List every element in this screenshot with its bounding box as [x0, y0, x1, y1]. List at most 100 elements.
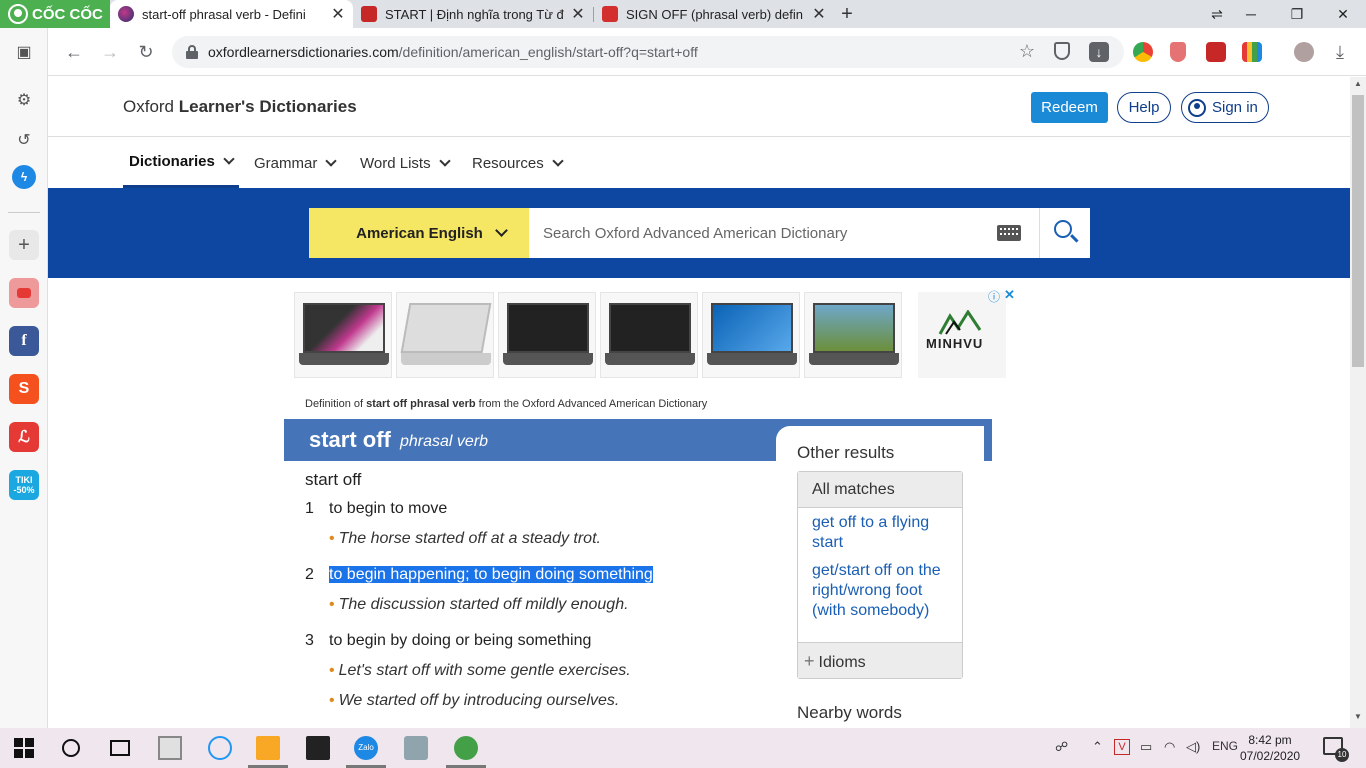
people-icon[interactable]: ☍ [1055, 739, 1068, 755]
clock-date: 07/02/2020 [1240, 749, 1301, 763]
bookmark-star-icon[interactable]: ☆ [1015, 39, 1039, 63]
tiki-icon[interactable]: TIKI -50% [9, 470, 39, 500]
new-tab-icon[interactable]: + [836, 2, 858, 26]
search-button[interactable] [1039, 208, 1090, 258]
notepad-app-icon[interactable] [306, 736, 330, 760]
scroll-up-icon[interactable]: ▲ [1350, 79, 1366, 93]
match-link[interactable]: get off to a flying start [798, 508, 962, 555]
nav-label: Resources [472, 154, 544, 172]
clock[interactable]: 8:42 pm 07/02/2020 [1240, 732, 1300, 764]
notification-center-icon[interactable]: 10 [1323, 737, 1349, 762]
coccoc-brand[interactable]: CỐC CỐC [0, 0, 110, 28]
facebook-icon[interactable]: f [9, 326, 39, 356]
close-tab-icon[interactable]: ✕ [329, 4, 347, 24]
nav-resources[interactable]: Resources [472, 138, 564, 188]
sidebar-divider [8, 212, 40, 213]
reload-icon[interactable]: ↻ [134, 40, 158, 64]
ad-laptop-4[interactable] [600, 292, 698, 378]
redeem-button[interactable]: Redeem [1031, 92, 1108, 123]
battery-icon[interactable]: ▭ [1140, 739, 1152, 755]
tab-sign-off[interactable]: SIGN OFF (phrasal verb) defin ✕ [594, 0, 834, 28]
minimize-icon[interactable]: ─ [1228, 0, 1274, 28]
chevron-down-icon [438, 154, 451, 167]
lock-icon [186, 45, 198, 59]
page-scrollbar[interactable]: ▲ ▼ [1350, 77, 1366, 728]
address-bar[interactable]: oxfordlearnersdictionaries.com/definitio… [172, 36, 1124, 68]
shield-icon[interactable] [1054, 42, 1070, 60]
sense-heading: start off [305, 470, 362, 489]
help-button[interactable]: Help [1117, 92, 1171, 123]
nav-grammar[interactable]: Grammar [254, 138, 338, 188]
close-tab-icon[interactable]: ✕ [810, 4, 828, 24]
coccoc-taskbar-icon[interactable] [454, 736, 478, 760]
collins-favicon-icon [602, 6, 618, 22]
ad-laptop-5[interactable] [702, 292, 800, 378]
sense-number: 2 [305, 566, 314, 583]
task-view-icon[interactable] [110, 740, 130, 756]
close-tab-icon[interactable]: ✕ [569, 4, 587, 24]
tab-start-cambridge[interactable]: START | Định nghĩa trong Từ đ ✕ [353, 0, 593, 28]
shopee-icon[interactable]: S [9, 374, 39, 404]
ad-laptop-3[interactable] [498, 292, 596, 378]
lazada-icon[interactable]: ℒ [9, 422, 39, 452]
headword: start off [309, 427, 391, 452]
keyboard-icon[interactable] [997, 225, 1021, 241]
add-icon[interactable]: + [9, 230, 39, 260]
download-box-icon[interactable]: ↓ [1089, 42, 1109, 62]
app-store-icon[interactable] [404, 736, 428, 760]
example-text: The discussion started off mildly enough… [338, 596, 629, 613]
ad-info-icon[interactable]: ⓘ [988, 288, 1000, 305]
youtube-icon[interactable] [9, 278, 39, 308]
ad-laptop-6[interactable] [804, 292, 902, 378]
ad-laptop-1[interactable] [294, 292, 392, 378]
restore-icon[interactable]: ❐ [1274, 0, 1320, 28]
ad-laptop-2[interactable] [396, 292, 494, 378]
nav-word-lists[interactable]: Word Lists [360, 138, 451, 188]
ad-close-icon[interactable]: ✕ [1004, 287, 1015, 303]
volume-icon[interactable]: ◁) [1186, 739, 1200, 755]
windows-start-icon[interactable] [14, 738, 34, 758]
downloads-icon[interactable]: ⤓ [1328, 40, 1352, 64]
bullet-icon: • [329, 662, 335, 679]
source-bold: start off phrasal verb [366, 398, 476, 410]
colorful-extension-icon[interactable] [1242, 42, 1262, 62]
language-indicator[interactable]: ENG [1212, 739, 1238, 753]
adblock-icon[interactable] [1170, 42, 1186, 62]
zalo-icon[interactable]: Zalo [354, 736, 378, 760]
panel-icon[interactable]: ▣ [9, 37, 39, 67]
match-link[interactable]: get/start off on the right/wrong foot (w… [798, 555, 962, 623]
ad-banner[interactable]: MINHVU ⓘ ✕ [294, 287, 1015, 380]
red-extension-icon[interactable] [1206, 42, 1226, 62]
wifi-icon[interactable]: ◠ [1164, 739, 1175, 755]
source-prefix: Definition of [305, 398, 367, 410]
example: • The discussion started off mildly enoug… [329, 596, 629, 614]
chrome-ext-icon[interactable] [1133, 42, 1153, 62]
file-explorer-icon[interactable] [256, 736, 280, 760]
dictionary-select[interactable]: American English [309, 208, 529, 258]
url-domain: oxfordlearnersdictionaries.com [208, 44, 399, 60]
gear-icon[interactable]: ⚙ [9, 85, 39, 115]
unikey-icon[interactable]: V [1114, 739, 1130, 755]
all-matches-header[interactable]: All matches [798, 472, 962, 508]
search-input[interactable] [543, 224, 983, 242]
scroll-down-icon[interactable]: ▼ [1350, 712, 1366, 726]
tray-chevron-up-icon[interactable]: ⌃ [1092, 739, 1103, 755]
nav-dictionaries[interactable]: Dictionaries [123, 138, 239, 188]
calendar-app-icon[interactable] [158, 736, 182, 760]
close-window-icon[interactable]: ✕ [1320, 0, 1366, 28]
cortana-search-icon[interactable] [62, 739, 80, 757]
example-text: The horse started off at a steady trot. [338, 530, 601, 547]
chevron-down-icon [223, 153, 235, 165]
site-logo[interactable]: Oxford Learner's Dictionaries [123, 97, 357, 117]
messenger-icon[interactable]: ϟ [12, 165, 36, 189]
back-icon[interactable]: ← [62, 40, 86, 64]
forward-icon[interactable]: → [98, 40, 122, 64]
sign-in-button[interactable]: Sign in [1181, 92, 1269, 123]
tiki-badge: -50% [13, 485, 35, 495]
tab-start-off[interactable]: start-off phrasal verb - Defini ✕ [110, 0, 353, 28]
scroll-thumb[interactable] [1352, 95, 1364, 367]
profile-avatar-icon[interactable] [1294, 42, 1314, 62]
idioms-toggle[interactable]: + Idioms [798, 642, 962, 678]
snipping-tool-icon[interactable] [208, 736, 232, 760]
history-icon[interactable]: ↺ [9, 125, 39, 155]
